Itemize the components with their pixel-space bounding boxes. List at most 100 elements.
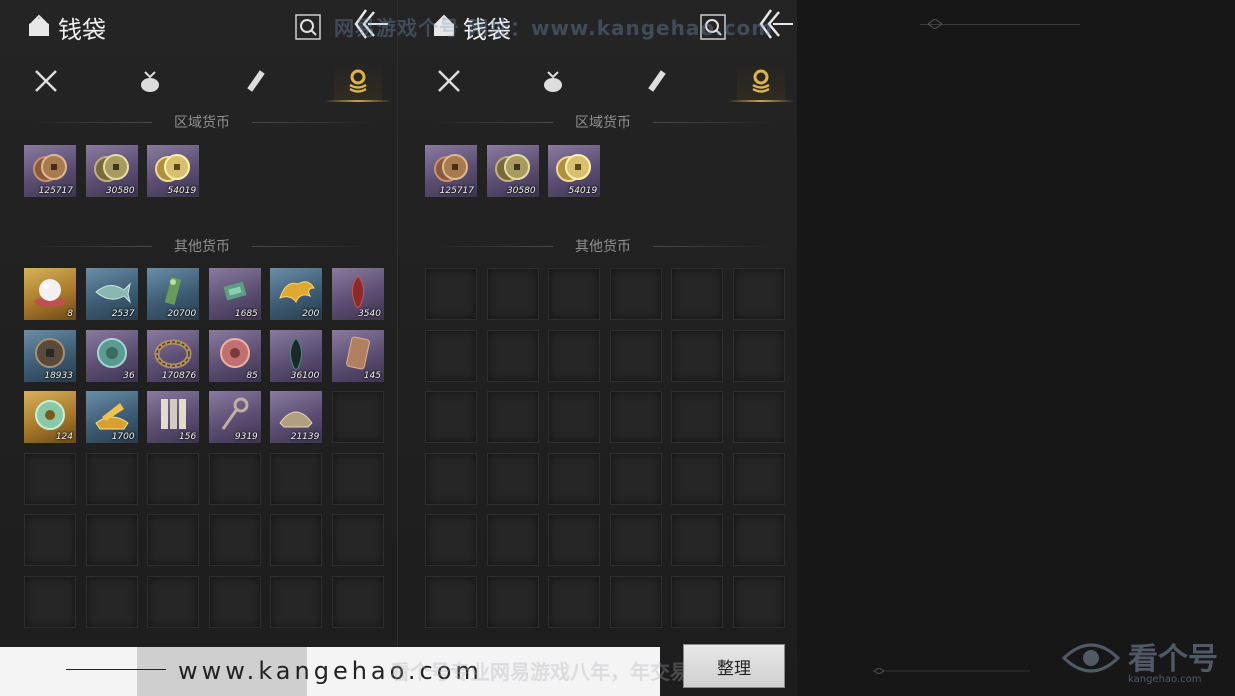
currency-item[interactable]: 85	[208, 329, 261, 382]
empty-slot	[732, 268, 785, 320]
sort-button[interactable]: 整理	[684, 645, 784, 687]
golden-dragon-icon	[279, 281, 316, 304]
gold-coin-icon	[556, 154, 592, 182]
empty-slot	[671, 575, 724, 628]
currency-item[interactable]: 125717	[24, 145, 76, 197]
empty-slot	[425, 391, 477, 444]
item-quantity: 8	[67, 309, 73, 319]
item-quantity: 30580	[506, 186, 536, 196]
currency-item[interactable]: 36100	[270, 329, 323, 382]
item-quantity: 20700	[167, 309, 197, 319]
empty-slot	[548, 452, 601, 505]
currency-item[interactable]: 3540	[331, 268, 384, 320]
gold-coin-icon	[155, 154, 191, 182]
empty-slot	[331, 391, 384, 444]
currency-item[interactable]: 54019	[548, 145, 601, 197]
item-quantity: 3540	[358, 309, 381, 319]
scroll-icon	[648, 70, 666, 92]
empty-slot	[331, 575, 384, 628]
section-regional-currency: 区域货币	[423, 112, 783, 132]
empty-slot	[609, 391, 662, 444]
item-quantity: 145	[363, 370, 381, 381]
item-quantity: 125717	[38, 186, 73, 196]
page-title: 钱袋	[58, 16, 106, 44]
empty-slot	[486, 575, 539, 628]
currency-item[interactable]: 20700	[147, 268, 200, 320]
empty-slot	[486, 391, 539, 444]
currency-item[interactable]: 30580	[85, 145, 138, 197]
empty-slot	[425, 514, 477, 567]
currency-item[interactable]: 200	[270, 268, 323, 320]
search-icon[interactable]	[295, 14, 321, 40]
red-feather-icon	[351, 275, 364, 309]
currency-item[interactable]: 170876	[147, 329, 200, 382]
pouch-icon	[141, 71, 159, 92]
item-quantity: 200	[302, 309, 320, 319]
empty-slot	[24, 575, 76, 628]
tab-bags[interactable]	[529, 62, 577, 100]
wallet-panel-right: 钱袋 区域货币 125717 30580 54019 其他货币	[397, 0, 797, 696]
tab-scrolls[interactable]	[232, 62, 280, 100]
tablet-icon	[346, 336, 370, 370]
copper-coin-icon	[434, 154, 468, 182]
crossed-swords-icon	[438, 70, 460, 92]
tab-scrolls[interactable]	[633, 62, 681, 100]
empty-slot	[270, 575, 323, 628]
empty-slot	[24, 514, 76, 567]
empty-slot	[208, 514, 261, 567]
currency-item[interactable]: 1700	[85, 391, 138, 444]
currency-item[interactable]: 8	[24, 268, 76, 320]
tab-currency[interactable]	[324, 62, 392, 102]
currency-item[interactable]: 124	[24, 391, 76, 444]
currency-item[interactable]: 145	[331, 329, 384, 382]
empty-slot	[548, 268, 601, 320]
eye-logo-icon	[1061, 643, 1121, 673]
empty-slot	[609, 452, 662, 505]
other-currency-grid: 8 2537 20700 1685 200 3540 18933 36 170876 85 3610…	[24, 268, 384, 628]
bronze-coin-icon	[93, 154, 129, 182]
empty-slot	[208, 452, 261, 505]
section-other-currency: 其他货币	[22, 236, 382, 256]
green-talisman-icon	[164, 277, 182, 305]
currency-item[interactable]: 30580	[486, 145, 539, 197]
tab-currency[interactable]	[727, 62, 795, 102]
currency-item[interactable]: 125717	[425, 145, 477, 197]
empty-slot	[331, 514, 384, 567]
panel-header: 钱袋	[22, 8, 388, 44]
logo-subtext: kangehao.com	[1128, 674, 1202, 685]
jade-ring-icon	[35, 400, 65, 431]
tab-weapons[interactable]	[22, 62, 70, 100]
section-regional-currency: 区域货币	[22, 112, 382, 132]
empty-slot	[270, 452, 323, 505]
currency-item[interactable]: 9319	[208, 391, 261, 444]
category-tabs	[22, 62, 392, 102]
currency-item[interactable]: 156	[147, 391, 200, 444]
currency-item[interactable]: 18933	[24, 329, 76, 382]
empty-slot	[671, 514, 724, 567]
scroll-icon	[247, 70, 265, 92]
empty-slot	[671, 268, 724, 320]
item-quantity: 1685	[234, 309, 258, 319]
empty-slot	[732, 391, 785, 444]
empty-slot	[270, 514, 323, 567]
dark-feather-icon	[290, 336, 303, 371]
empty-slot	[85, 452, 138, 505]
footer-divider	[66, 669, 166, 670]
empty-slot	[548, 391, 601, 444]
tab-bags[interactable]	[126, 62, 174, 100]
currency-item[interactable]: 2537	[85, 268, 138, 320]
empty-slot	[671, 329, 724, 382]
empty-slot	[24, 452, 76, 505]
currency-item[interactable]: 21139	[270, 391, 323, 444]
empty-slot	[486, 329, 539, 382]
currency-item[interactable]: 54019	[147, 145, 200, 197]
empty-slot	[147, 514, 200, 567]
tab-weapons[interactable]	[425, 62, 473, 100]
item-quantity: 18933	[44, 370, 73, 381]
currency-item[interactable]: 1685	[208, 268, 261, 320]
empty-slot	[548, 514, 601, 567]
item-quantity: 170876	[161, 370, 197, 381]
watermark-top: 网易游戏个号 网址：www.kangehao.com	[334, 16, 774, 40]
currency-item[interactable]: 36	[85, 329, 138, 382]
pearl-icon	[34, 279, 66, 307]
